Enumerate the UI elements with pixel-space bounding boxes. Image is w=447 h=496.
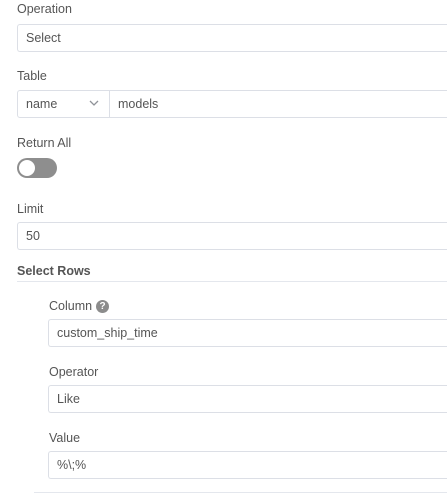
operation-label: Operation xyxy=(17,2,72,16)
toggle-knob xyxy=(19,160,35,176)
operation-select[interactable]: Select xyxy=(17,24,447,52)
table-name-value: models xyxy=(118,97,159,111)
bottom-divider xyxy=(34,492,447,493)
table-mode-select[interactable]: name xyxy=(17,90,110,118)
operator-value: Like xyxy=(57,392,80,406)
limit-input[interactable]: 50 xyxy=(17,222,447,250)
table-name-input[interactable]: models xyxy=(109,90,447,118)
operator-label: Operator xyxy=(49,365,99,379)
chevron-down-icon xyxy=(89,100,99,106)
value-input[interactable]: %\;% xyxy=(48,451,447,479)
return-all-label: Return All xyxy=(17,136,72,150)
table-label: Table xyxy=(17,69,47,83)
column-input[interactable]: custom_ship_time xyxy=(48,319,447,347)
operator-select[interactable]: Like xyxy=(48,385,447,413)
select-rows-title: Select Rows xyxy=(17,264,91,278)
column-value: custom_ship_time xyxy=(57,326,158,340)
limit-value: 50 xyxy=(26,229,40,243)
select-rows-divider xyxy=(17,281,447,282)
return-all-toggle[interactable] xyxy=(17,158,57,178)
limit-label: Limit xyxy=(17,202,44,216)
operation-value: Select xyxy=(26,31,61,45)
column-label: Column xyxy=(49,299,93,313)
table-mode-value: name xyxy=(26,97,58,111)
value-label: Value xyxy=(49,431,81,445)
help-icon[interactable]: ? xyxy=(96,300,109,313)
value-value: %\;% xyxy=(57,458,87,472)
